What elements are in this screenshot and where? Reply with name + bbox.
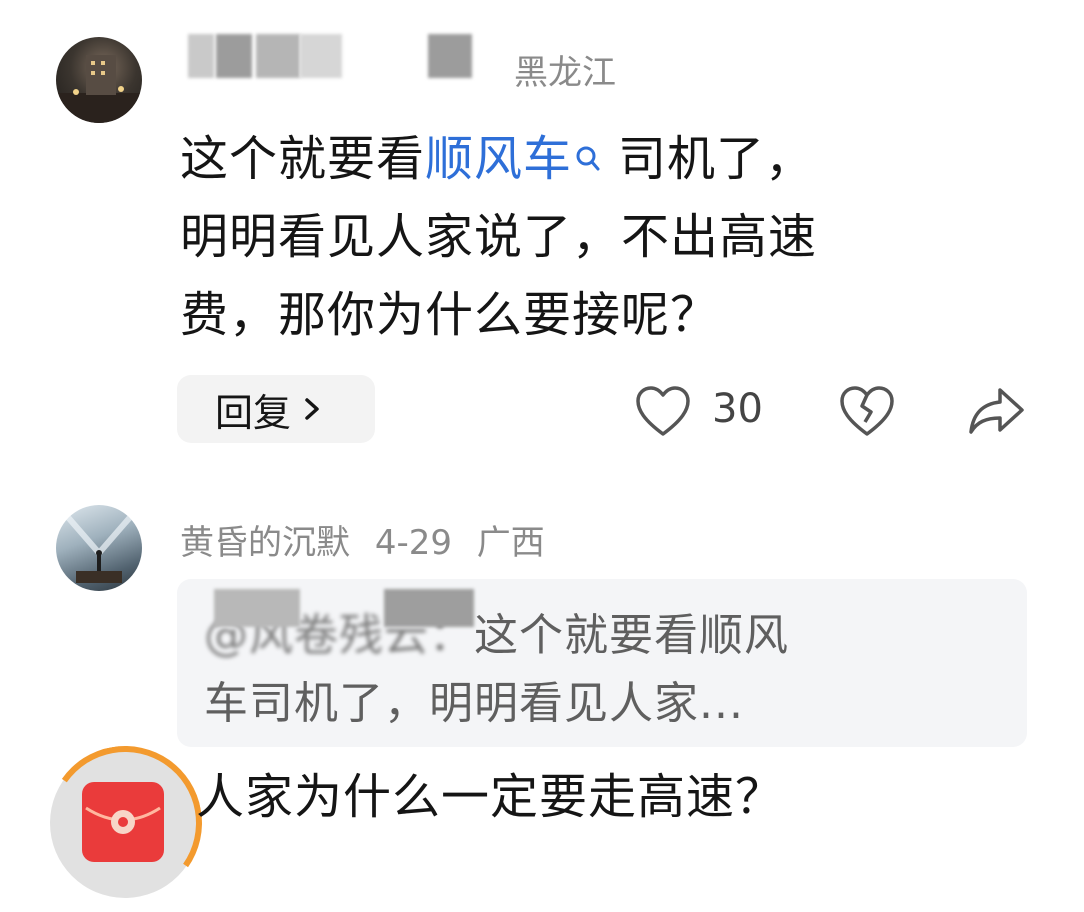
quoted-text-line2: 车司机了，明明看见人家... xyxy=(204,678,744,729)
like-count: 30 xyxy=(712,386,763,432)
comment-text: 人家为什么一定要走高速？ xyxy=(196,769,785,825)
search-icon[interactable] xyxy=(574,120,608,198)
share-icon[interactable] xyxy=(966,384,1028,442)
blurred-username xyxy=(384,589,474,627)
comment-date: 4-29 xyxy=(374,523,452,563)
blurred-username xyxy=(428,34,472,78)
comment-text-line1: 这个就要看顺风车 司机了， xyxy=(180,120,814,198)
red-packet-icon[interactable] xyxy=(82,782,164,862)
like-heart-icon[interactable] xyxy=(634,384,692,442)
comment-text-line2: 明明看见人家说了，不出高速 xyxy=(180,209,818,265)
user-location: 广西 xyxy=(476,523,545,563)
blurred-username xyxy=(216,34,252,78)
blurred-username xyxy=(300,34,342,78)
dislike-broken-heart-icon[interactable] xyxy=(838,384,896,442)
keyword-link[interactable]: 顺风车 xyxy=(425,131,572,187)
blurred-username xyxy=(188,34,214,78)
comment-meta: 黄昏的沉默 4-29 广西 xyxy=(180,515,545,564)
chevron-right-icon xyxy=(303,387,321,431)
avatar[interactable] xyxy=(56,37,142,123)
blurred-username xyxy=(256,34,300,78)
reply-button[interactable]: 回复 xyxy=(177,375,375,443)
blurred-username xyxy=(214,589,300,627)
username[interactable]: 黄昏的沉默 xyxy=(180,523,350,563)
comment-text-line3: 费，那你为什么要接呢？ xyxy=(180,287,720,343)
user-location: 黑龙江 xyxy=(514,53,616,93)
avatar[interactable] xyxy=(56,505,142,591)
